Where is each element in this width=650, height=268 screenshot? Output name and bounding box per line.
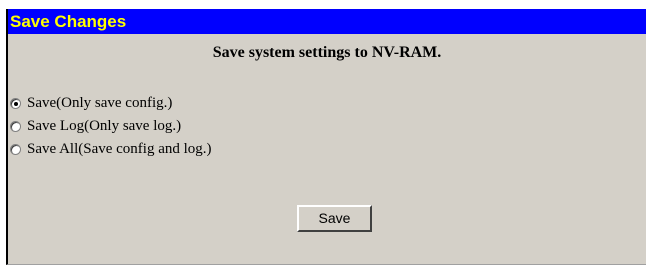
- save-changes-panel: Save Changes Save system settings to NV-…: [6, 9, 646, 265]
- option-label-save-log: Save Log(Only save log.): [27, 117, 182, 134]
- radio-save-log[interactable]: [10, 120, 21, 132]
- radio-save-all[interactable]: [10, 143, 21, 155]
- option-label-save-all: Save All(Save config and log.): [27, 140, 212, 157]
- save-options-group: Save(Only save config.) Save Log(Only sa…: [8, 93, 212, 162]
- option-save-all[interactable]: Save All(Save config and log.): [8, 139, 212, 159]
- save-button[interactable]: Save: [297, 205, 372, 232]
- option-save-log[interactable]: Save Log(Only save log.): [8, 116, 212, 136]
- panel-title: Save Changes: [8, 9, 646, 34]
- option-label-save-config: Save(Only save config.): [27, 94, 173, 111]
- panel-subtitle: Save system settings to NV-RAM.: [212, 44, 442, 61]
- option-save-config[interactable]: Save(Only save config.): [8, 93, 212, 113]
- radio-save-config[interactable]: [10, 97, 21, 109]
